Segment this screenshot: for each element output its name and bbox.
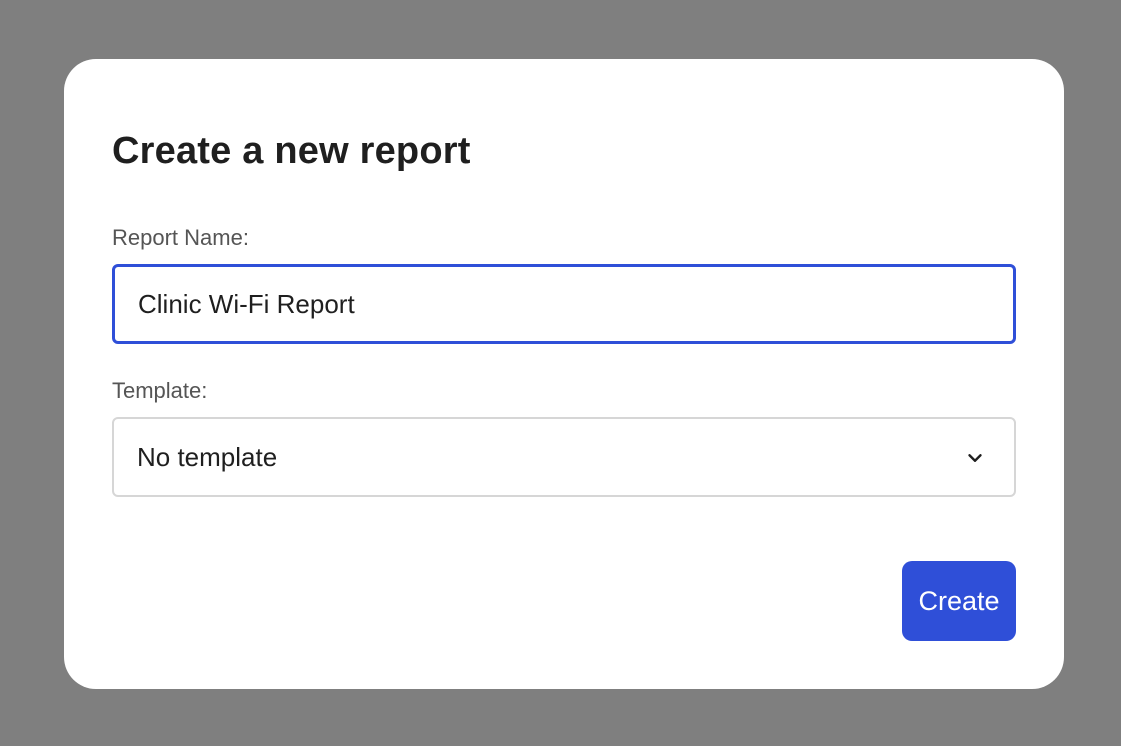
template-select-value: No template	[137, 442, 278, 472]
template-label: Template:	[112, 378, 208, 403]
create-button[interactable]: Create	[902, 561, 1016, 641]
dialog-title: Create a new report	[112, 130, 471, 172]
report-name-label: Report Name:	[112, 225, 249, 250]
template-select[interactable]: No template	[112, 417, 1016, 497]
report-name-input[interactable]	[112, 264, 1016, 344]
chevron-down-icon	[968, 454, 982, 462]
create-report-dialog: Create a new report Report Name: Templat…	[64, 59, 1064, 689]
